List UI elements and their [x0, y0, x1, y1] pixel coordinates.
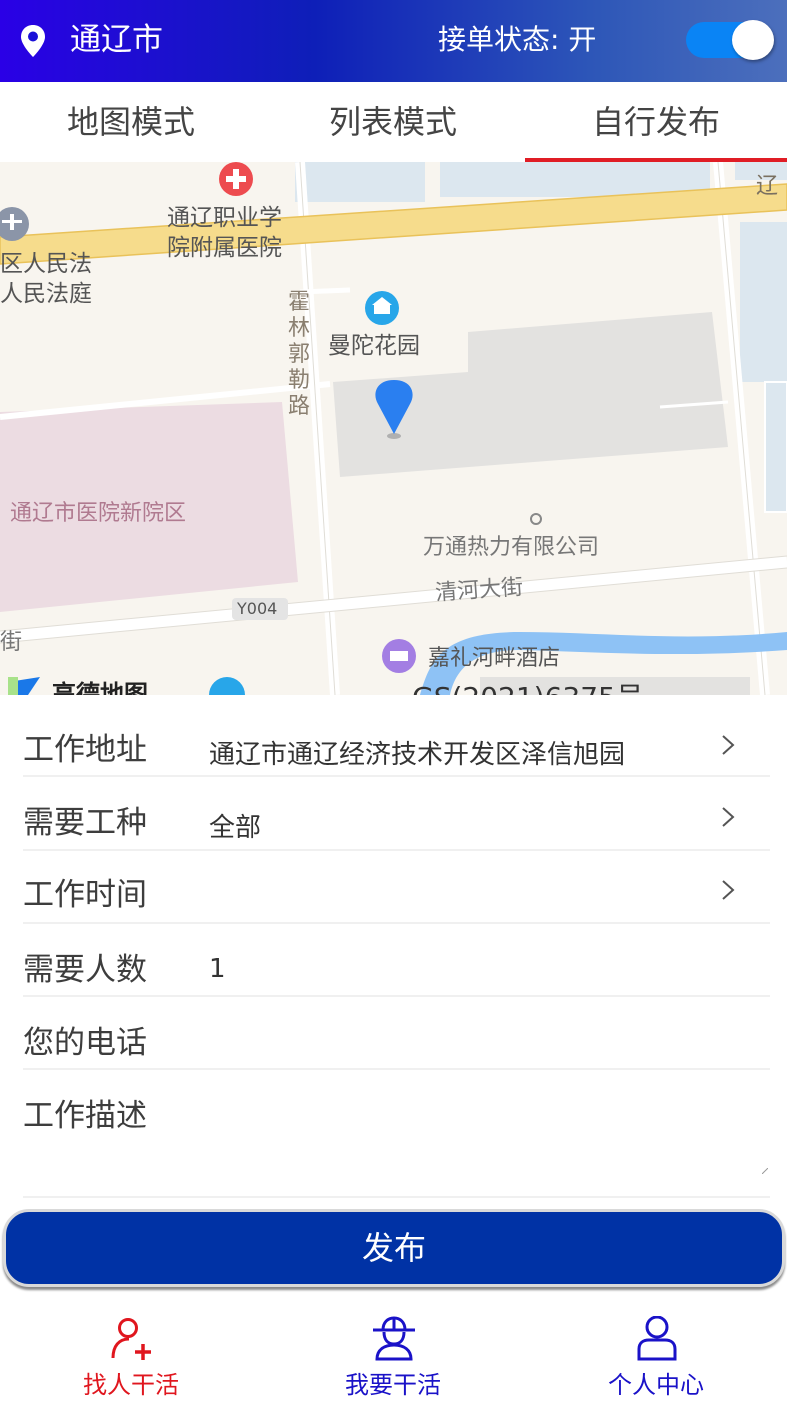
map-view[interactable]: 通辽职业学 院附属医院 区人民法 人民法庭 霍 林 郭 勒 路 曼陀花园 通辽市…: [0, 162, 787, 695]
nav-label: 找人干活: [83, 1371, 179, 1399]
map-building: [295, 162, 425, 202]
map-canvas: [0, 162, 787, 695]
tab-map-mode[interactable]: 地图模式: [0, 82, 262, 162]
road-char: 郭: [288, 342, 311, 367]
top-header: 通辽市 接单状态: 开: [0, 0, 787, 82]
map-label-hospital: 通辽职业学: [167, 205, 282, 231]
map-label-street-fragment: 街: [0, 630, 23, 655]
company-poi-icon: [530, 513, 542, 525]
work-type-value[interactable]: 全部: [209, 807, 509, 844]
road-char: 林: [288, 316, 311, 341]
work-type-label: 需要工种: [23, 805, 147, 841]
map-label-court: 人民法庭: [0, 281, 92, 307]
map-pin-icon[interactable]: [20, 24, 46, 58]
work-time-label: 工作时间: [23, 877, 147, 913]
map-label-street: 清河大街: [434, 574, 524, 607]
amap-logo-text: 高德地图: [52, 680, 148, 695]
map-label-road-code: Y004: [237, 599, 278, 618]
work-address-value[interactable]: 通辽市通辽经济技术开发区泽信旭园: [209, 734, 695, 771]
nav-find-work[interactable]: 我要干活: [262, 1300, 524, 1400]
poi-icon: [209, 677, 245, 695]
map-label-garden: 曼陀花园: [328, 333, 420, 359]
headcount-label: 需要人数: [23, 952, 147, 988]
bottom-navigation: 找人干活 我要干活 个人中心: [0, 1300, 787, 1400]
tab-self-publish[interactable]: 自行发布: [525, 82, 787, 162]
phone-label: 您的电话: [23, 1025, 147, 1061]
form-row-work-type[interactable]: 需要工种 全部: [23, 777, 770, 851]
road-char: 勒: [288, 368, 311, 393]
tab-label: 自行发布: [591, 103, 720, 141]
chevron-right-icon: [722, 880, 735, 900]
map-building: [740, 222, 787, 382]
publish-button[interactable]: 发布: [3, 1209, 785, 1287]
order-status-toggle[interactable]: [686, 20, 776, 60]
road-char: 路: [288, 394, 311, 419]
map-building: [764, 381, 787, 513]
form-row-description[interactable]: 工作描述: [23, 1070, 770, 1198]
description-textarea[interactable]: [209, 1100, 749, 1180]
nav-label: 我要干活: [345, 1371, 441, 1399]
chevron-right-icon: [722, 807, 735, 827]
map-label-road-vertical: 霍 林 郭 勒 路: [288, 290, 314, 420]
form-row-work-time[interactable]: 工作时间: [23, 851, 770, 924]
form-row-headcount[interactable]: 需要人数 1: [23, 924, 770, 997]
road-char: 霍: [288, 290, 311, 315]
nav-label: 个人中心: [608, 1371, 704, 1399]
map-label-edge: 辽: [756, 174, 779, 199]
resize-handle-icon[interactable]: [762, 1168, 768, 1174]
add-person-icon: [111, 1318, 151, 1360]
mode-tabs: 地图模式 列表模式 自行发布: [0, 82, 787, 162]
chevron-right-icon: [722, 735, 735, 755]
tab-list-mode[interactable]: 列表模式: [262, 82, 524, 162]
tab-label: 地图模式: [66, 103, 195, 141]
map-label-heating-company: 万通热力有限公司: [423, 535, 600, 560]
map-label-court: 区人民法: [0, 251, 92, 277]
nav-personal-center[interactable]: 个人中心: [525, 1300, 787, 1400]
work-address-label: 工作地址: [23, 732, 147, 768]
city-selector[interactable]: 通辽市: [70, 18, 163, 62]
map-label-hospital: 院附属医院: [167, 235, 282, 261]
tab-label: 列表模式: [328, 103, 457, 141]
map-label-city-hospital: 通辽市医院新院区: [10, 501, 187, 526]
worker-hat-icon: [373, 1316, 415, 1361]
form-row-phone[interactable]: 您的电话: [23, 997, 770, 1070]
description-label: 工作描述: [23, 1098, 147, 1134]
headcount-input[interactable]: 1: [209, 954, 509, 984]
user-icon: [637, 1316, 677, 1361]
map-label-hotel: 嘉礼河畔酒店: [428, 646, 561, 671]
toggle-knob: [732, 20, 774, 60]
map-copyright: GS(2021)6375号: [412, 676, 644, 695]
form-row-work-address[interactable]: 工作地址 通辽市通辽经济技术开发区泽信旭园: [23, 700, 770, 777]
order-status-label: 接单状态: 开: [438, 23, 597, 56]
nav-find-worker[interactable]: 找人干活: [0, 1300, 262, 1400]
